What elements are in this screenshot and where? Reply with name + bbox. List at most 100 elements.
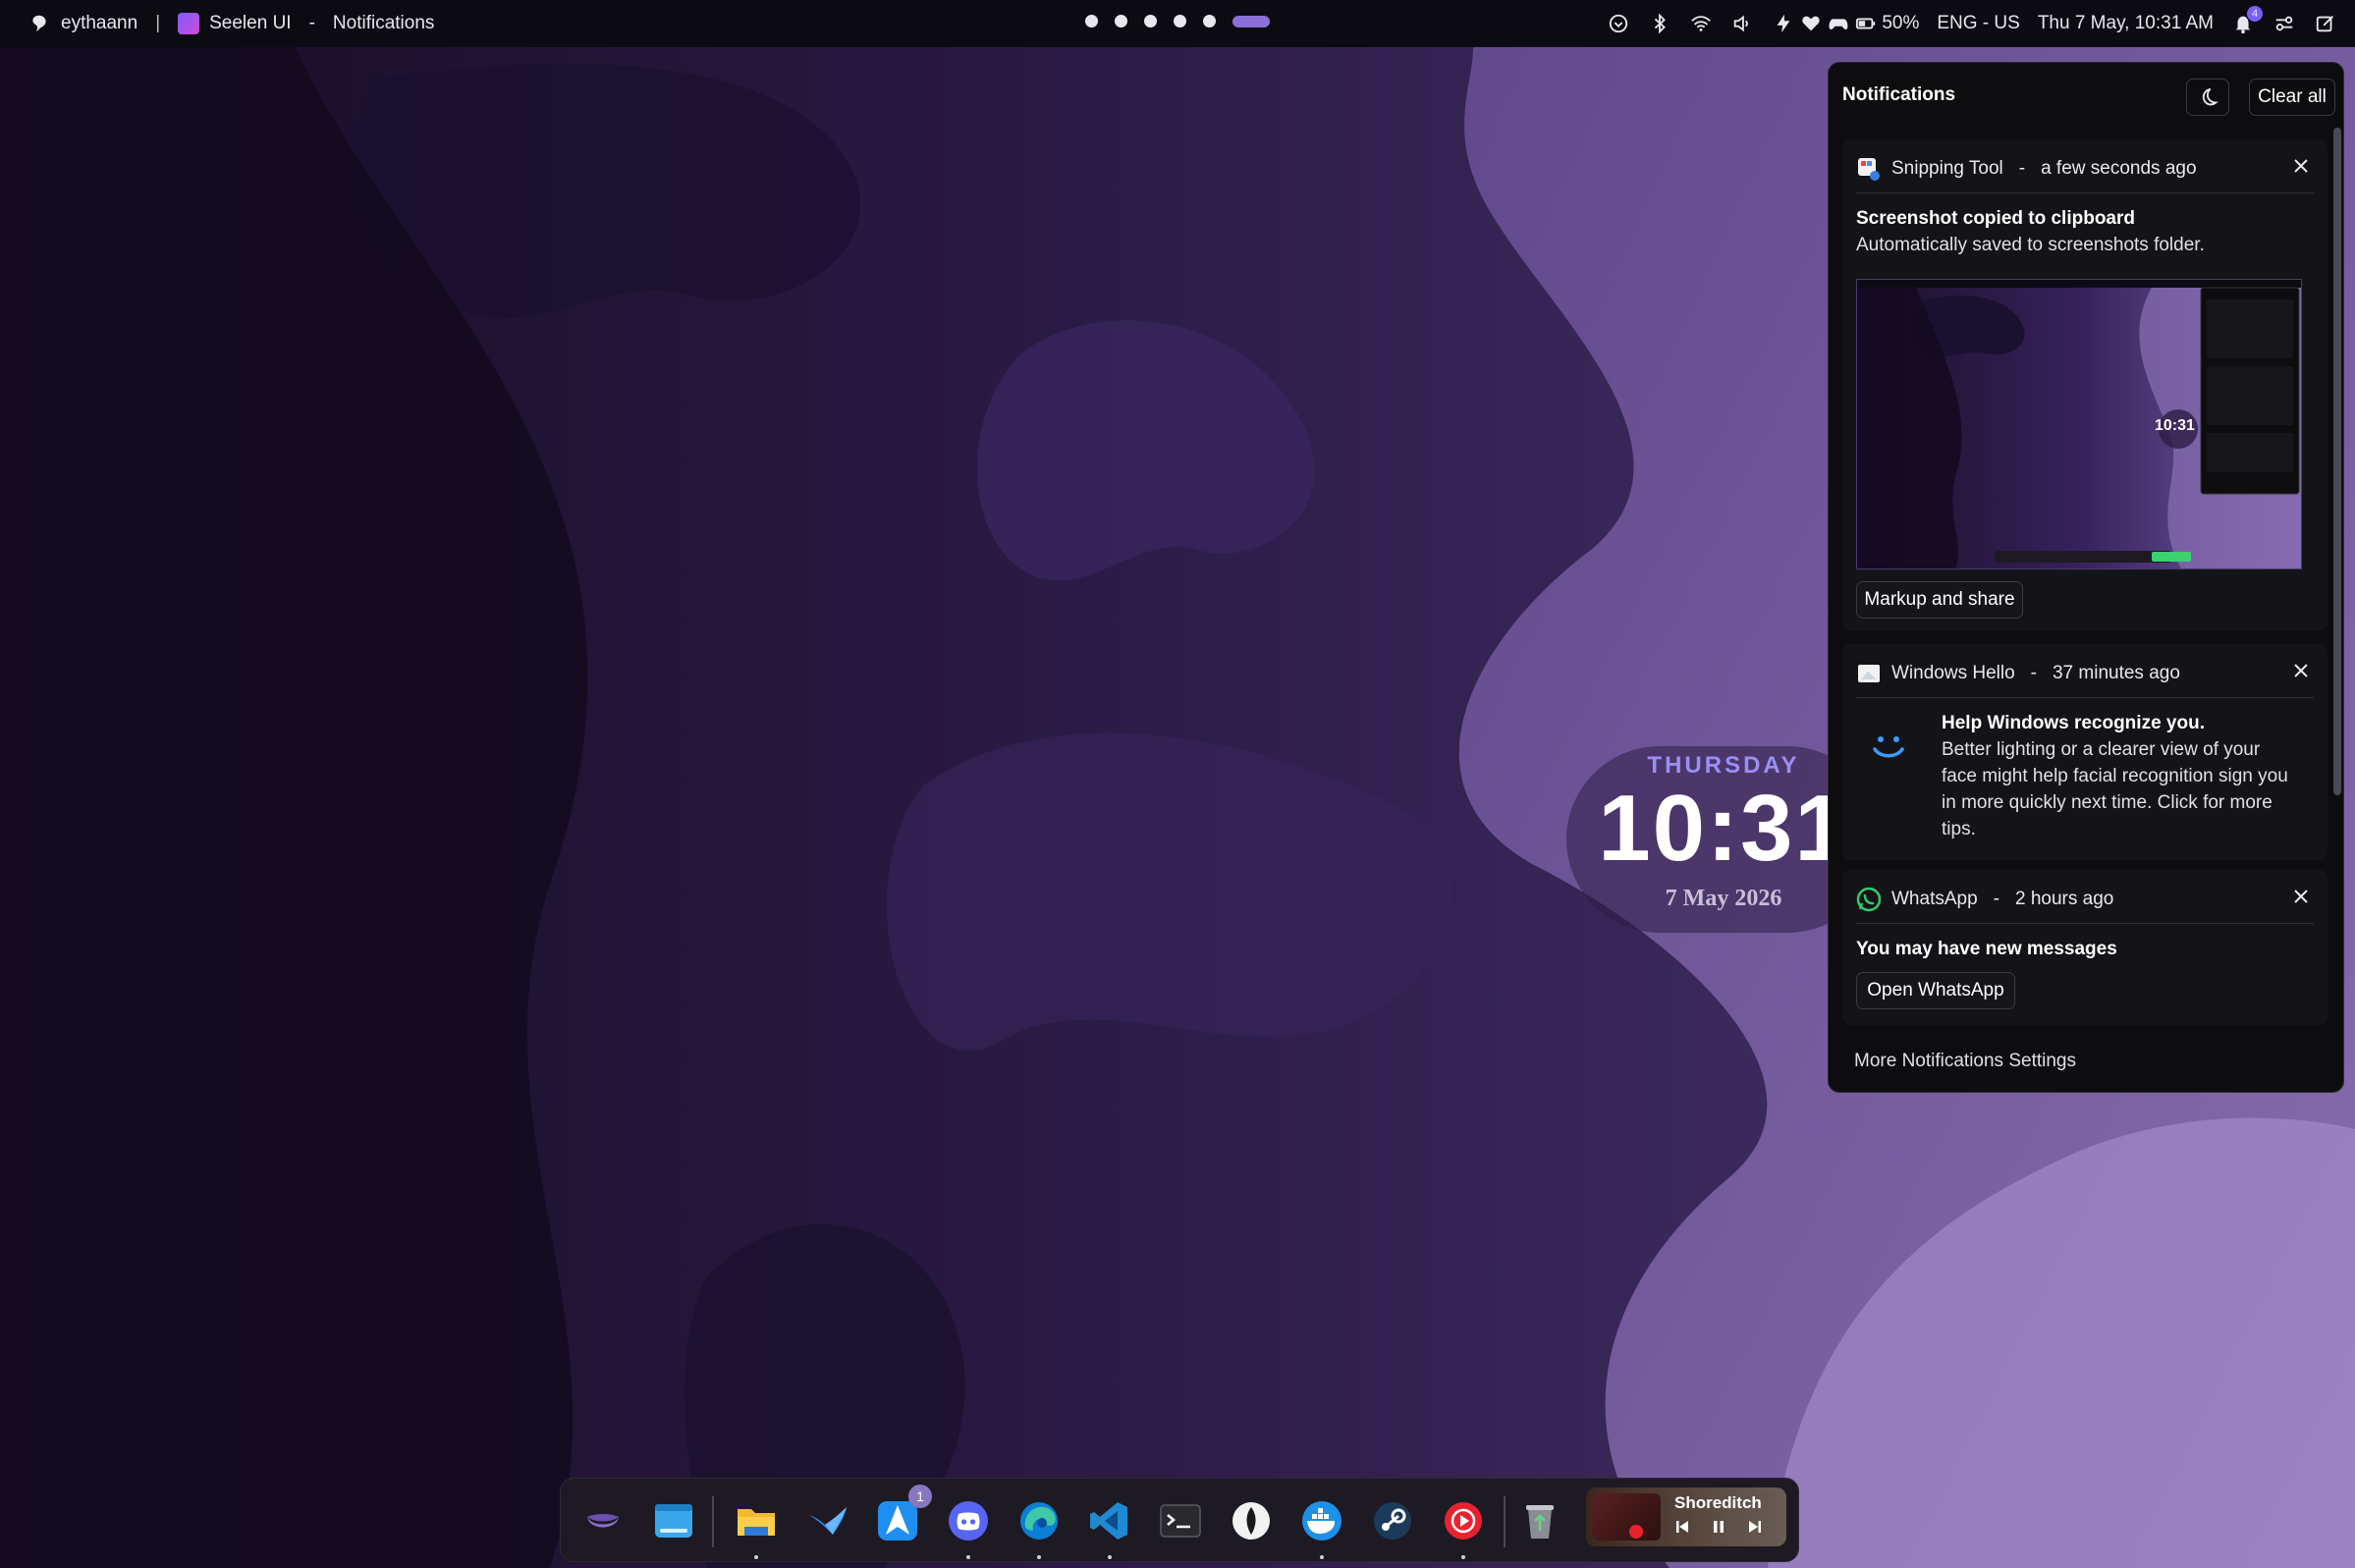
panel-scrollbar[interactable] (2333, 128, 2341, 795)
clear-all-button[interactable]: Clear all (2249, 79, 2335, 116)
title-dash: - (308, 13, 315, 33)
notification-windows-hello[interactable]: Windows Hello - 37 minutes ago Help Wind… (1842, 644, 2328, 860)
close-icon (2294, 664, 2308, 677)
body-line: tips. (1942, 819, 1976, 839)
snipping-tool-icon (1856, 156, 1882, 182)
quick-settings-icon[interactable] (2273, 12, 2296, 35)
whatsapp-icon (1856, 887, 1882, 912)
edge-browser-icon[interactable] (1013, 1494, 1066, 1547)
screenshot-preview[interactable]: 10:31 (1856, 279, 2302, 569)
notification-whatsapp[interactable]: WhatsApp - 2 hours ago You may have new … (1842, 870, 2328, 1025)
discord-icon[interactable] (942, 1494, 995, 1547)
notification-snipping-tool[interactable]: Snipping Tool - a few seconds ago Screen… (1842, 139, 2328, 630)
file-explorer-icon[interactable] (730, 1494, 783, 1547)
power-bolt-icon[interactable] (1772, 12, 1795, 35)
close-icon (2294, 890, 2308, 903)
youtube-music-icon[interactable] (1437, 1494, 1490, 1547)
dock-separator (1504, 1496, 1506, 1547)
seelen-launcher-icon[interactable] (576, 1494, 630, 1547)
desktop-app-icon[interactable] (647, 1494, 700, 1547)
workspace-1[interactable] (1085, 15, 1098, 27)
volume-icon[interactable] (1730, 12, 1754, 35)
pause-button[interactable] (1711, 1519, 1726, 1538)
header-dash: - (2030, 663, 2037, 683)
window-title: Notifications (332, 13, 435, 33)
workspace-5[interactable] (1203, 15, 1216, 27)
running-indicator (966, 1555, 970, 1559)
notification-app-name: Windows Hello (1891, 663, 2015, 683)
running-indicator (754, 1555, 758, 1559)
pause-icon (1713, 1521, 1724, 1533)
workspace-3[interactable] (1144, 15, 1157, 27)
windows-hello-icon (1856, 661, 1882, 686)
bell-icon[interactable]: 4 (2231, 6, 2263, 35)
close-notification-button[interactable] (2290, 660, 2312, 681)
close-notification-button[interactable] (2290, 886, 2312, 907)
battery-percent[interactable]: 50% (1882, 13, 1919, 34)
close-icon (2294, 159, 2308, 173)
notification-time: 37 minutes ago (2052, 663, 2180, 683)
preview-clock: 10:31 (2155, 417, 2195, 434)
album-art (1592, 1493, 1661, 1541)
notifications-panel: Notifications Clear all Snipping Tool - … (1828, 62, 2344, 1093)
notification-body: Automatically saved to screenshots folde… (1856, 235, 2205, 255)
body-line: Better lighting or a clearer view of you… (1942, 739, 2261, 760)
media-player[interactable]: Shoreditch (1586, 1487, 1786, 1546)
bird-app-icon[interactable] (800, 1494, 853, 1547)
docker-icon[interactable] (1295, 1494, 1348, 1547)
next-icon (1748, 1521, 1761, 1533)
open-whatsapp-button[interactable]: Open WhatsApp (1856, 972, 2015, 1009)
previous-track-button[interactable] (1674, 1519, 1690, 1538)
seelen-ui-icon (178, 13, 200, 34)
close-notification-button[interactable] (2290, 155, 2312, 177)
running-indicator (1108, 1555, 1112, 1559)
date-time[interactable]: Thu 7 May, 10:31 AM (2038, 13, 2214, 34)
workspace-active[interactable] (1232, 15, 1270, 27)
edit-icon[interactable] (2314, 12, 2337, 35)
notification-title: Help Windows recognize you. (1942, 713, 2205, 733)
chevron-circle-icon[interactable] (1607, 12, 1630, 35)
youtube-music-badge-icon (1629, 1525, 1643, 1539)
header-dash: - (2018, 158, 2026, 179)
recycle-bin-icon[interactable] (1513, 1494, 1566, 1547)
smiley-face-icon (1864, 723, 1913, 777)
card-divider (1856, 192, 2314, 193)
wifi-icon[interactable] (1689, 12, 1713, 35)
app-name: Seelen UI (209, 13, 292, 33)
app-badge-count: 1 (908, 1485, 932, 1508)
panel-title: Notifications (1842, 84, 1956, 105)
terminal-icon[interactable] (1154, 1494, 1207, 1547)
workspace-2[interactable] (1115, 15, 1127, 27)
top-bar: eythaann | Seelen UI - Notifications 50%… (0, 0, 2355, 47)
gamepad-icon[interactable] (1827, 12, 1850, 35)
battery-icon[interactable] (1854, 12, 1878, 35)
notification-title: Screenshot copied to clipboard (1856, 208, 2135, 229)
card-divider (1856, 923, 2314, 924)
steam-icon[interactable] (1366, 1494, 1419, 1547)
workspace-4[interactable] (1174, 15, 1186, 27)
do-not-disturb-button[interactable] (2186, 79, 2229, 116)
topbar-separator: | (155, 13, 161, 33)
quill-app-icon[interactable] (1225, 1494, 1278, 1547)
next-track-button[interactable] (1747, 1519, 1763, 1538)
heart-icon[interactable] (1799, 12, 1823, 35)
notification-body: Better lighting or a clearer view of you… (1942, 736, 2288, 842)
vscode-icon[interactable] (1083, 1494, 1136, 1547)
bluetooth-icon[interactable] (1648, 12, 1671, 35)
markup-and-share-button[interactable]: Markup and share (1856, 581, 2023, 619)
running-indicator (1037, 1555, 1041, 1559)
header-dash: - (1993, 889, 1999, 909)
user-avatar-icon[interactable] (27, 12, 51, 35)
notification-count-badge: 4 (2247, 6, 2263, 22)
notification-app-name: WhatsApp (1891, 889, 1978, 909)
card-divider (1856, 697, 2314, 698)
language-indicator[interactable]: ENG - US (1937, 13, 2019, 34)
notification-title: You may have new messages (1856, 939, 2117, 959)
dock-separator (712, 1496, 714, 1547)
user-name[interactable]: eythaann (61, 13, 137, 34)
more-notifications-settings-link[interactable]: More Notifications Settings (1854, 1051, 2076, 1072)
body-line: in more quickly next time. Click for mor… (1942, 792, 2273, 813)
running-indicator (1320, 1555, 1324, 1559)
notification-time: 2 hours ago (2014, 889, 2114, 909)
workspace-indicator (1085, 15, 1270, 27)
